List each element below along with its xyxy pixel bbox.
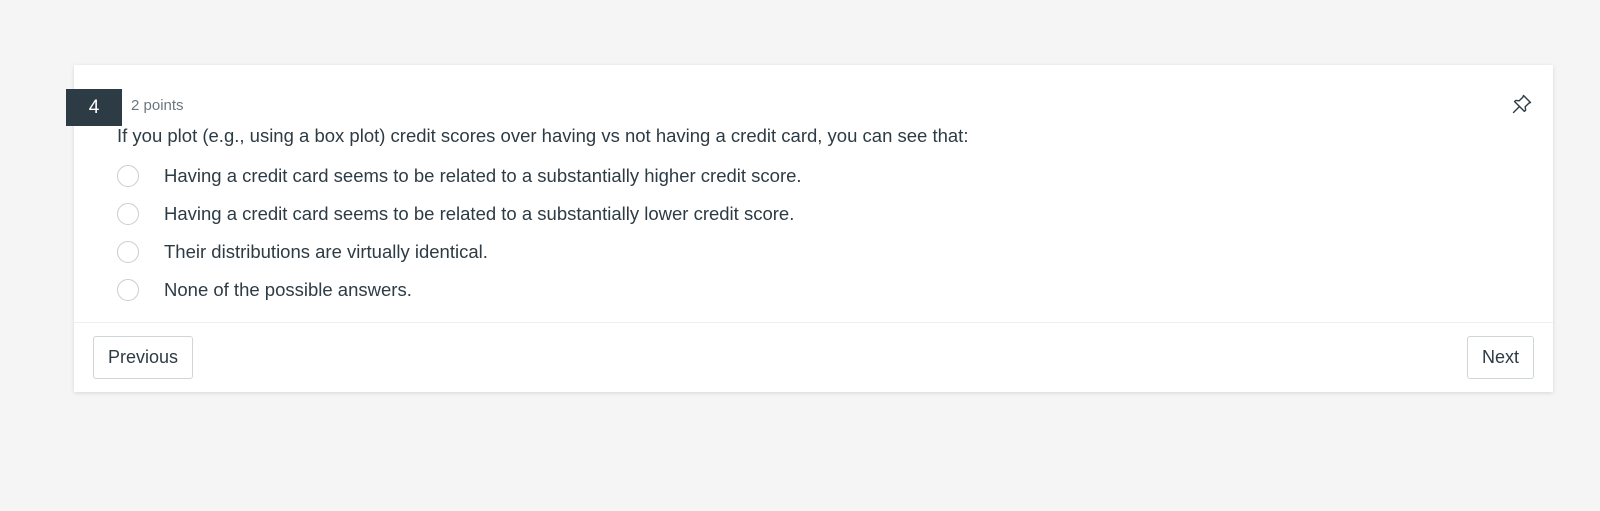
question-card: 4 2 points If you plot (e.g., using a bo… xyxy=(66,65,1553,392)
answer-option[interactable]: None of the possible answers. xyxy=(117,271,802,309)
answer-option[interactable]: Having a credit card seems to be related… xyxy=(117,195,802,233)
next-button[interactable]: Next xyxy=(1466,336,1534,379)
answer-label[interactable]: Their distributions are virtually identi… xyxy=(164,241,488,263)
answer-label[interactable]: Having a credit card seems to be related… xyxy=(164,203,794,225)
radio-button[interactable] xyxy=(117,165,139,187)
question-footer: Previous Next xyxy=(74,322,1553,392)
pin-icon[interactable] xyxy=(1511,93,1533,115)
answer-option[interactable]: Having a credit card seems to be related… xyxy=(117,157,802,195)
question-number-badge: 4 xyxy=(66,89,122,126)
question-text: If you plot (e.g., using a box plot) cre… xyxy=(117,125,969,146)
answer-option[interactable]: Their distributions are virtually identi… xyxy=(117,233,802,271)
question-points: 2 points xyxy=(131,97,184,114)
answer-label[interactable]: None of the possible answers. xyxy=(164,279,412,301)
radio-button[interactable] xyxy=(117,203,139,225)
radio-button[interactable] xyxy=(117,241,139,263)
previous-button[interactable]: Previous xyxy=(93,336,194,379)
radio-button[interactable] xyxy=(117,279,139,301)
answer-label[interactable]: Having a credit card seems to be related… xyxy=(164,165,802,187)
answer-list: Having a credit card seems to be related… xyxy=(117,157,802,309)
